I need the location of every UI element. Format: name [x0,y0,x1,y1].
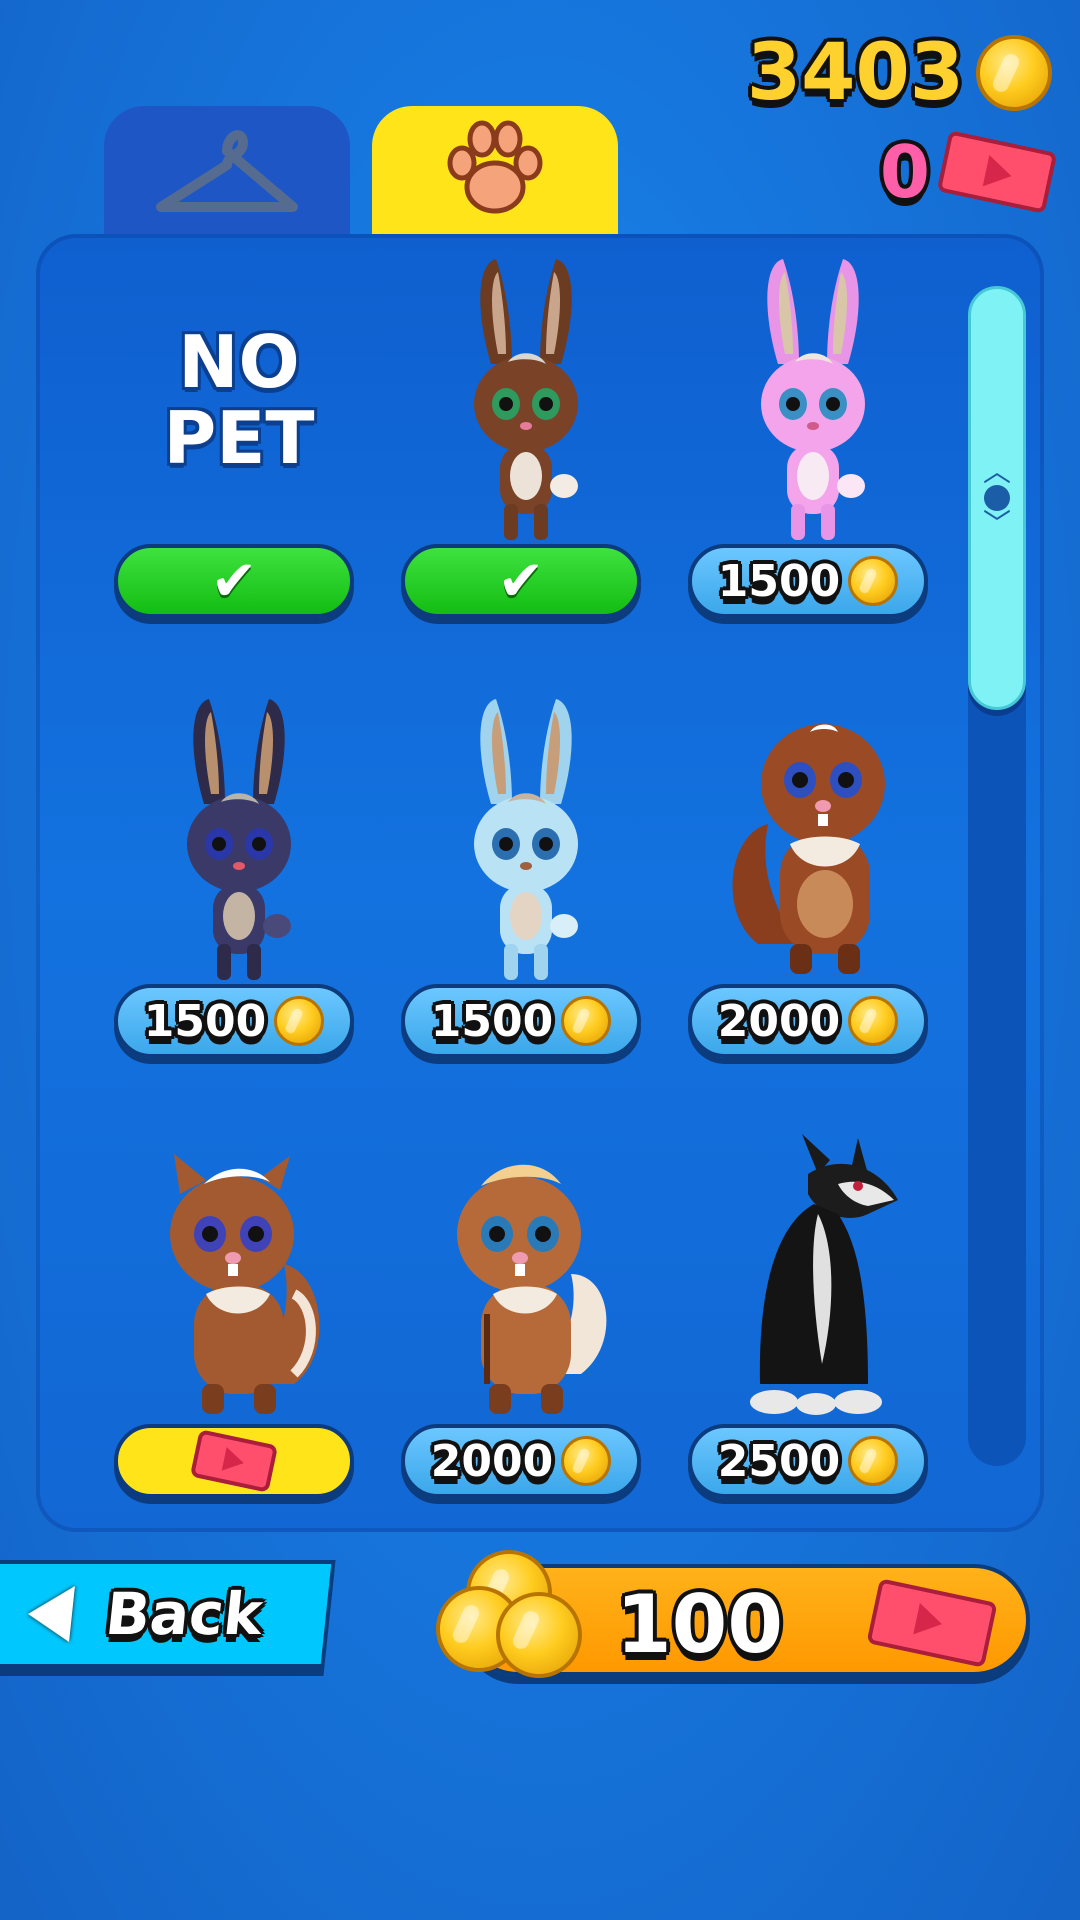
price-label: 2000 [717,995,841,1047]
squirrel-white-tuft-image [94,1134,384,1424]
reward-amount: 100 [616,1578,783,1671]
brown-bunny-image [381,254,671,544]
price-button[interactable]: 2000 [688,984,928,1058]
no-pet-label: NO PET [163,320,315,480]
coin-balance: 3403 [747,28,1052,118]
coin-pile-icon [436,1550,586,1678]
brown-squirrel-image [668,694,958,984]
checkmark-icon: ✔ [210,548,258,614]
price-button[interactable]: 2500 [688,1424,928,1498]
tab-outfits[interactable] [104,106,350,234]
pet-grid-panel: NO PET ✔ ✔ 1500 1500 1500 2000 2000 2500… [36,234,1044,1532]
light-blue-bunny-image [381,694,671,984]
coin-icon [976,35,1052,111]
price-label: 1500 [717,555,841,607]
pink-bunny-image [668,254,958,544]
coin-icon [561,996,612,1046]
pet-cell-brown-bunny[interactable]: ✔ [381,234,671,634]
ticket-icon [189,1429,279,1493]
hanger-icon [156,130,298,212]
watch-video-button[interactable] [114,1424,354,1498]
black-wolf-image [668,1134,958,1424]
pet-cell-chipmunk[interactable]: 2000 [381,1114,671,1514]
coin-icon [848,1436,899,1486]
ticket-balance: 0 [879,130,1058,214]
pet-cell-pink-bunny[interactable]: 1500 [668,234,958,634]
pet-cell-black-wolf[interactable]: 2500 [668,1114,958,1514]
paw-icon [447,120,543,214]
checkmark-icon: ✔ [497,548,545,614]
pet-cell-navy-bunny[interactable]: 1500 [94,674,384,1074]
ticket-icon [866,1578,998,1668]
navy-bunny-image [94,694,384,984]
owned-button[interactable]: ✔ [401,544,641,618]
coin-icon [561,1436,612,1486]
grip-icon: ︿ ﹀ [982,455,1012,540]
coin-count: 3403 [746,28,964,118]
price-label: 1500 [430,995,554,1047]
price-button[interactable]: 1500 [688,544,928,618]
price-button[interactable]: 1500 [114,984,354,1058]
back-arrow-icon [25,1586,75,1642]
price-button[interactable]: 1500 [401,984,641,1058]
back-button[interactable]: Back [0,1560,336,1668]
coin-icon [848,556,899,606]
price-label: 2500 [717,1435,841,1487]
pet-cell-squirrel-white-tuft[interactable] [94,1114,384,1514]
pet-cell-brown-squirrel[interactable]: 2000 [668,674,958,1074]
ticket-count: 0 [879,130,930,214]
chipmunk-image [381,1134,671,1424]
owned-button[interactable]: ✔ [114,544,354,618]
back-label: Back [102,1580,266,1648]
price-button[interactable]: 2000 [401,1424,641,1498]
scrollbar-thumb[interactable]: ︿ ﹀ [968,286,1026,710]
coin-icon [274,996,325,1046]
coin-icon [848,996,899,1046]
tab-pets[interactable] [372,106,618,234]
pet-cell-light-blue-bunny[interactable]: 1500 [381,674,671,1074]
ticket-icon [936,130,1058,214]
pet-cell-no-pet[interactable]: NO PET ✔ [94,234,384,634]
price-label: 1500 [143,995,267,1047]
price-label: 2000 [430,1435,554,1487]
